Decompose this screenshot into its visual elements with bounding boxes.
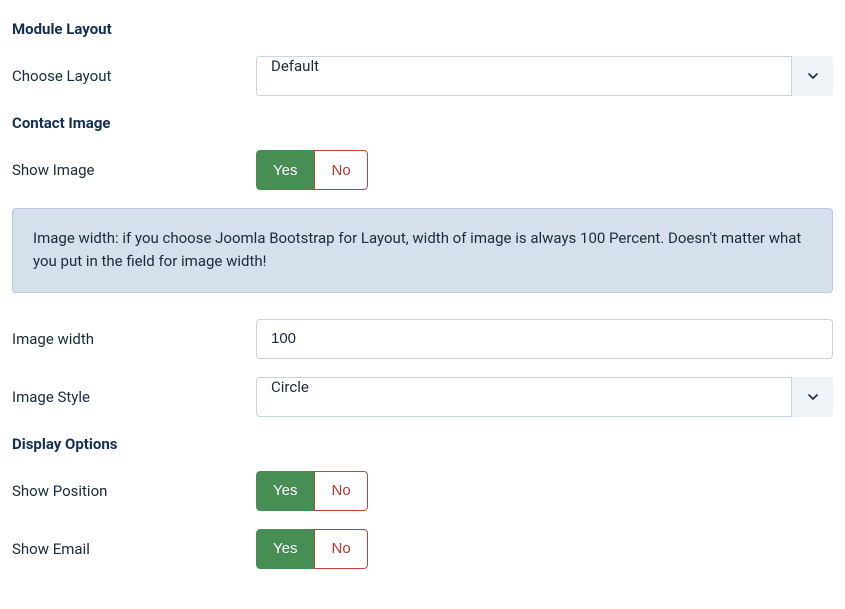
toggle-show-image: Yes No <box>256 150 368 190</box>
label-image-width: Image width <box>12 330 256 348</box>
toggle-show-email-yes[interactable]: Yes <box>256 529 314 569</box>
row-image-style: Image Style Circle <box>12 377 833 417</box>
label-show-email: Show Email <box>12 540 256 558</box>
toggle-show-image-no[interactable]: No <box>314 150 367 190</box>
select-image-style-value[interactable]: Circle <box>256 377 833 417</box>
section-title-module-layout: Module Layout <box>12 20 833 38</box>
toggle-show-email-no[interactable]: No <box>314 529 367 569</box>
input-image-width[interactable] <box>256 319 833 359</box>
toggle-show-position: Yes No <box>256 471 368 511</box>
row-choose-layout: Choose Layout Default <box>12 56 833 96</box>
section-title-contact-image: Contact Image <box>12 114 833 132</box>
info-alert-image-width: Image width: if you choose Joomla Bootst… <box>12 208 833 293</box>
label-show-position: Show Position <box>12 482 256 500</box>
select-choose-layout-value[interactable]: Default <box>256 56 833 96</box>
select-image-style[interactable]: Circle <box>256 377 833 417</box>
toggle-show-position-no[interactable]: No <box>314 471 367 511</box>
row-image-width: Image width <box>12 319 833 359</box>
row-show-image: Show Image Yes No <box>12 150 833 190</box>
label-image-style: Image Style <box>12 388 256 406</box>
select-choose-layout[interactable]: Default <box>256 56 833 96</box>
section-title-display-options: Display Options <box>12 435 833 453</box>
label-show-image: Show Image <box>12 161 256 179</box>
toggle-show-image-yes[interactable]: Yes <box>256 150 314 190</box>
label-choose-layout: Choose Layout <box>12 67 256 85</box>
toggle-show-position-yes[interactable]: Yes <box>256 471 314 511</box>
toggle-show-email: Yes No <box>256 529 368 569</box>
row-show-position: Show Position Yes No <box>12 471 833 511</box>
row-show-email: Show Email Yes No <box>12 529 833 569</box>
